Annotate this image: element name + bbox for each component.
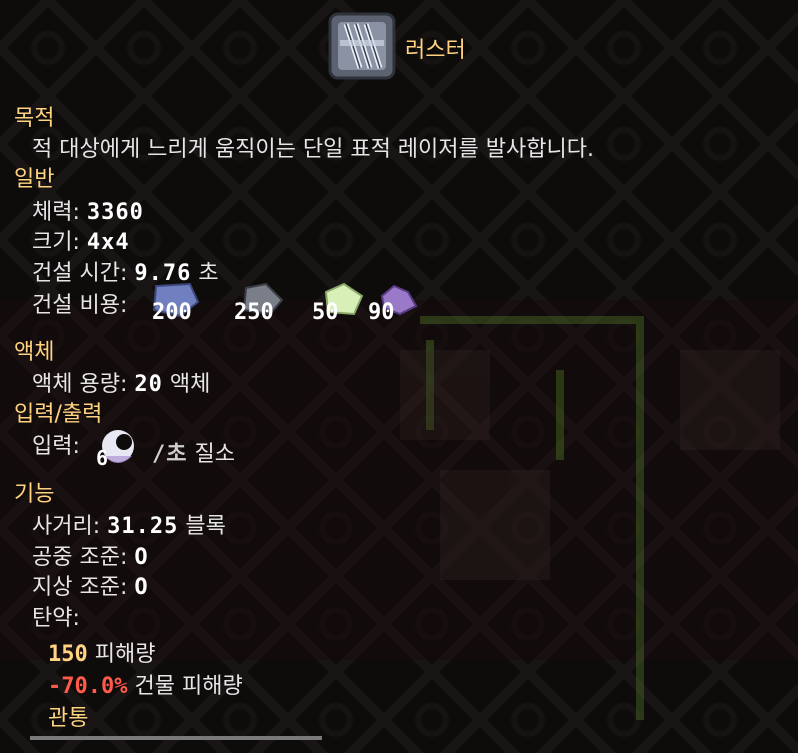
range-row: 사거리: 31.25 블록 (32, 508, 226, 540)
scrollbar[interactable] (30, 736, 322, 740)
section-purpose-heading: 목적 (14, 106, 55, 131)
section-liquids-heading: 액체 (14, 340, 55, 365)
size-value: 4x4 (86, 230, 130, 255)
input-rate-row: /초 질소 (152, 436, 235, 468)
ground-target-value: O (134, 575, 149, 600)
building-damage-row: -70.0% 건물 피해량 (48, 668, 243, 700)
air-target-value: O (134, 545, 149, 570)
ground-target-row: 지상 조준: O (32, 569, 149, 601)
pierce-label: 관통 (48, 706, 89, 731)
cost-oxide-amount: 50 (312, 300, 339, 325)
input-rate: /초 (152, 442, 188, 467)
building-damage-label: 건물 피해량 (134, 674, 243, 699)
range-label: 사거리: (32, 514, 101, 539)
health-row: 체력: 3360 (32, 194, 144, 226)
liquid-capacity-label: 액체 용량: (32, 372, 128, 397)
input-label: 입력: (32, 434, 80, 459)
section-general-heading: 일반 (14, 167, 55, 192)
damage-value: 150 (48, 642, 88, 667)
section-function-heading: 기능 (14, 482, 55, 507)
health-value: 3360 (86, 200, 144, 225)
cost-tungsten-amount: 250 (234, 300, 274, 325)
liquid-capacity-unit: 액체 (169, 372, 211, 397)
block-info-panel: 러스터 목적 적 대상에게 느리게 움직이는 단일 표적 레이저를 발사합니다.… (0, 0, 798, 753)
building-damage-value: -70.0% (48, 674, 128, 699)
build-time-label: 건설 시간: (32, 261, 128, 286)
section-io-heading: 입력/출력 (14, 402, 103, 427)
air-target-row: 공중 조준: O (32, 539, 149, 571)
cost-silicon-amount: 200 (152, 300, 192, 325)
purpose-text: 적 대상에게 느리게 움직이는 단일 표적 레이저를 발사합니다. (32, 137, 594, 162)
ground-target-label: 지상 조준: (32, 575, 128, 600)
size-row: 크기: 4x4 (32, 224, 130, 256)
lustre-turret-icon (326, 10, 398, 82)
health-label: 체력: (32, 200, 80, 225)
input-amount: 6 (96, 446, 109, 470)
size-label: 크기: (32, 230, 80, 255)
build-cost-label: 건설 비용: (32, 293, 128, 318)
air-target-label: 공중 조준: (32, 545, 128, 570)
range-value: 31.25 (107, 514, 179, 539)
block-title: 러스터 (405, 38, 466, 63)
damage-row: 150 피해량 (48, 636, 155, 668)
ammo-label: 탄약: (32, 606, 80, 631)
liquid-capacity-value: 20 (134, 372, 163, 397)
cost-carbide-amount: 90 (368, 300, 395, 325)
range-unit: 블록 (185, 514, 226, 539)
input-name: 질소 (194, 442, 235, 467)
damage-label: 피해량 (94, 642, 156, 667)
liquid-capacity-row: 액체 용량: 20 액체 (32, 366, 210, 398)
